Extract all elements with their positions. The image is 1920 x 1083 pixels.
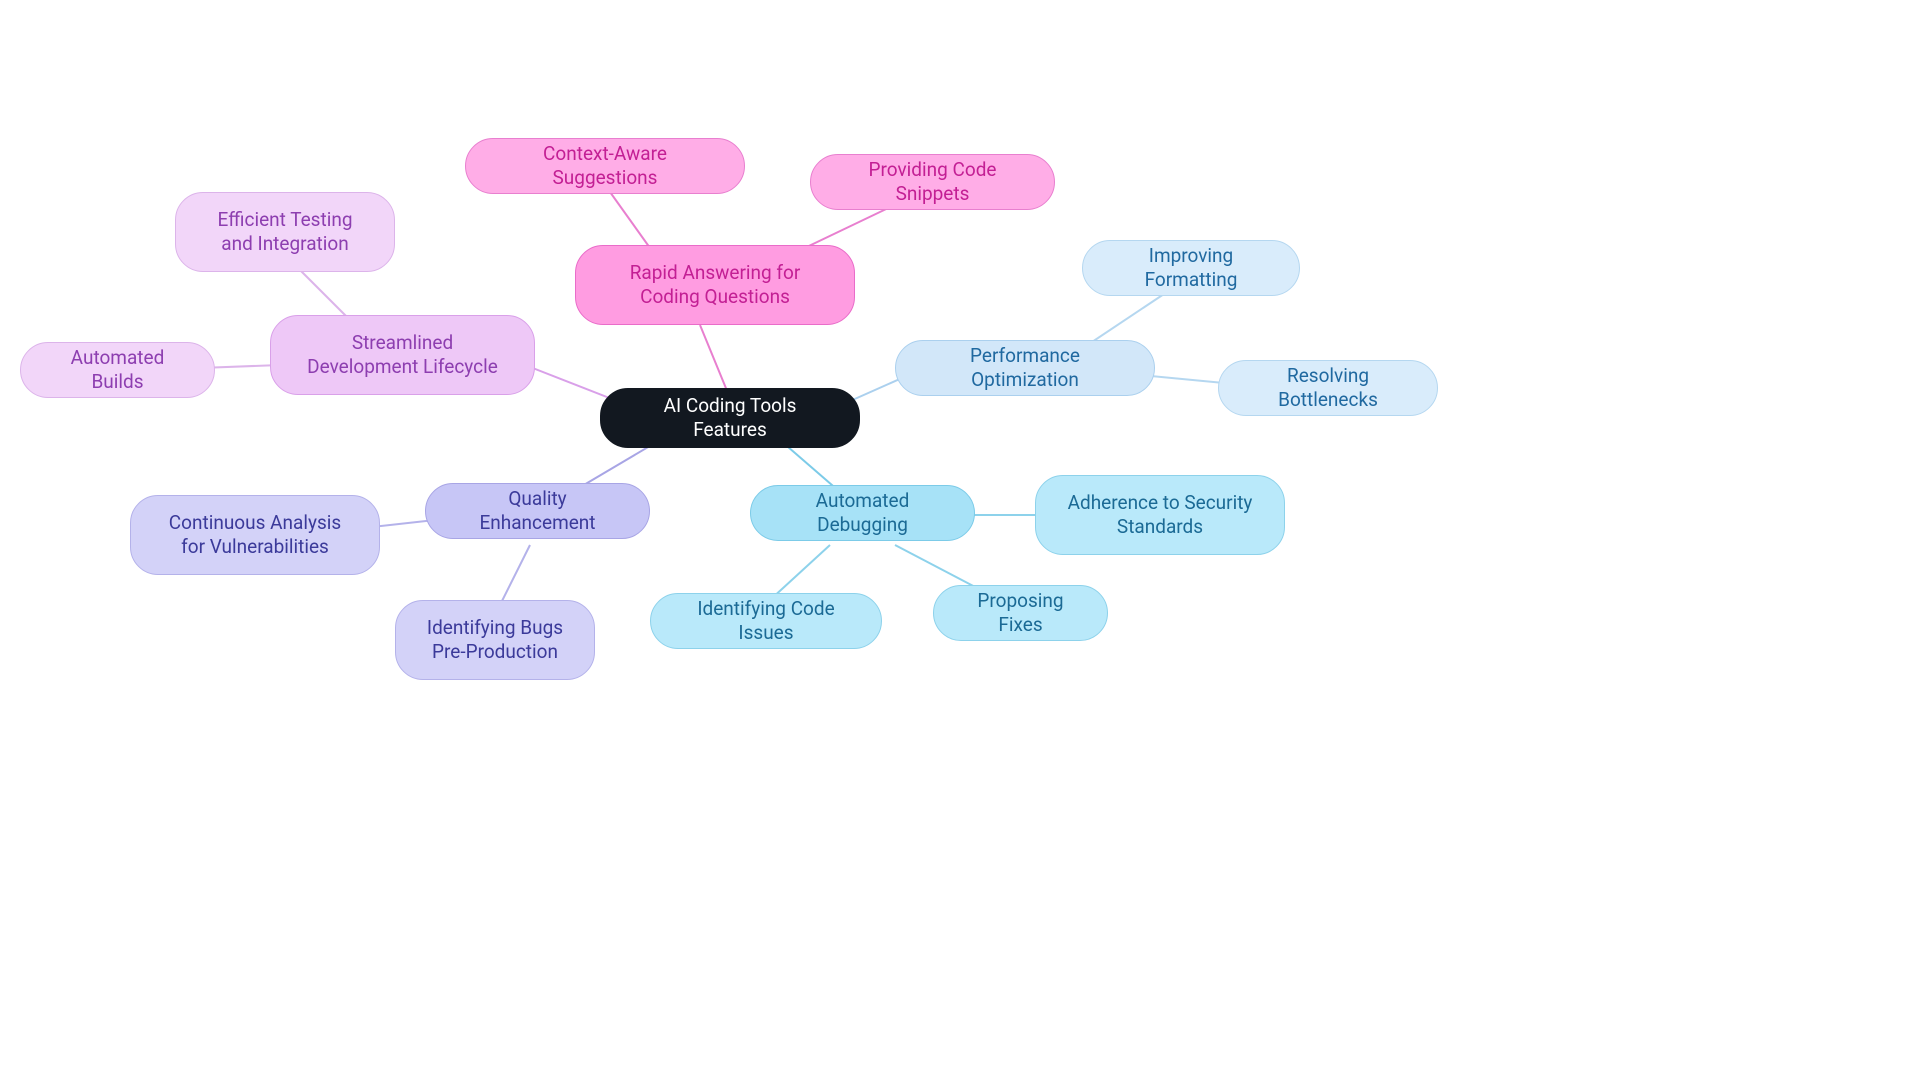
leaf-code-snippets: Providing Code Snippets	[810, 154, 1055, 210]
leaf-resolving-bottlenecks: Resolving Bottlenecks	[1218, 360, 1438, 416]
node-label: Identifying Code Issues	[675, 597, 857, 645]
mindmap-canvas: AI Coding Tools Features Rapid Answering…	[0, 0, 1920, 1083]
branch-streamlined-dev: Streamlined Development Lifecycle	[270, 315, 535, 395]
branch-automated-debugging: Automated Debugging	[750, 485, 975, 541]
node-label: Automated Debugging	[775, 489, 950, 537]
leaf-improving-formatting: Improving Formatting	[1082, 240, 1300, 296]
leaf-code-issues: Identifying Code Issues	[650, 593, 882, 649]
node-label: Adherence to Security Standards	[1060, 491, 1260, 539]
node-label: Continuous Analysis for Vulnerabilities	[155, 511, 355, 559]
center-node: AI Coding Tools Features	[600, 388, 860, 448]
node-label: Context-Aware Suggestions	[490, 142, 720, 190]
node-label: Rapid Answering for Coding Questions	[600, 261, 830, 309]
leaf-efficient-testing: Efficient Testing and Integration	[175, 192, 395, 272]
node-label: Resolving Bottlenecks	[1243, 364, 1413, 412]
node-label: Automated Builds	[45, 346, 190, 394]
node-label: Providing Code Snippets	[835, 158, 1030, 206]
node-label: Streamlined Development Lifecycle	[295, 331, 510, 379]
node-label: Quality Enhancement	[450, 487, 625, 535]
node-label: Improving Formatting	[1107, 244, 1275, 292]
leaf-security-standards: Adherence to Security Standards	[1035, 475, 1285, 555]
node-label: Efficient Testing and Integration	[200, 208, 370, 256]
leaf-context-aware: Context-Aware Suggestions	[465, 138, 745, 194]
leaf-continuous-analysis: Continuous Analysis for Vulnerabilities	[130, 495, 380, 575]
branch-quality-enhancement: Quality Enhancement	[425, 483, 650, 539]
branch-performance-optimization: Performance Optimization	[895, 340, 1155, 396]
node-label: Proposing Fixes	[958, 589, 1083, 637]
leaf-proposing-fixes: Proposing Fixes	[933, 585, 1108, 641]
node-label: Performance Optimization	[920, 344, 1130, 392]
leaf-automated-builds: Automated Builds	[20, 342, 215, 398]
leaf-identifying-bugs: Identifying Bugs Pre-Production	[395, 600, 595, 680]
branch-rapid-answering: Rapid Answering for Coding Questions	[575, 245, 855, 325]
node-label: Identifying Bugs Pre-Production	[420, 616, 570, 664]
center-label: AI Coding Tools Features	[625, 394, 835, 442]
